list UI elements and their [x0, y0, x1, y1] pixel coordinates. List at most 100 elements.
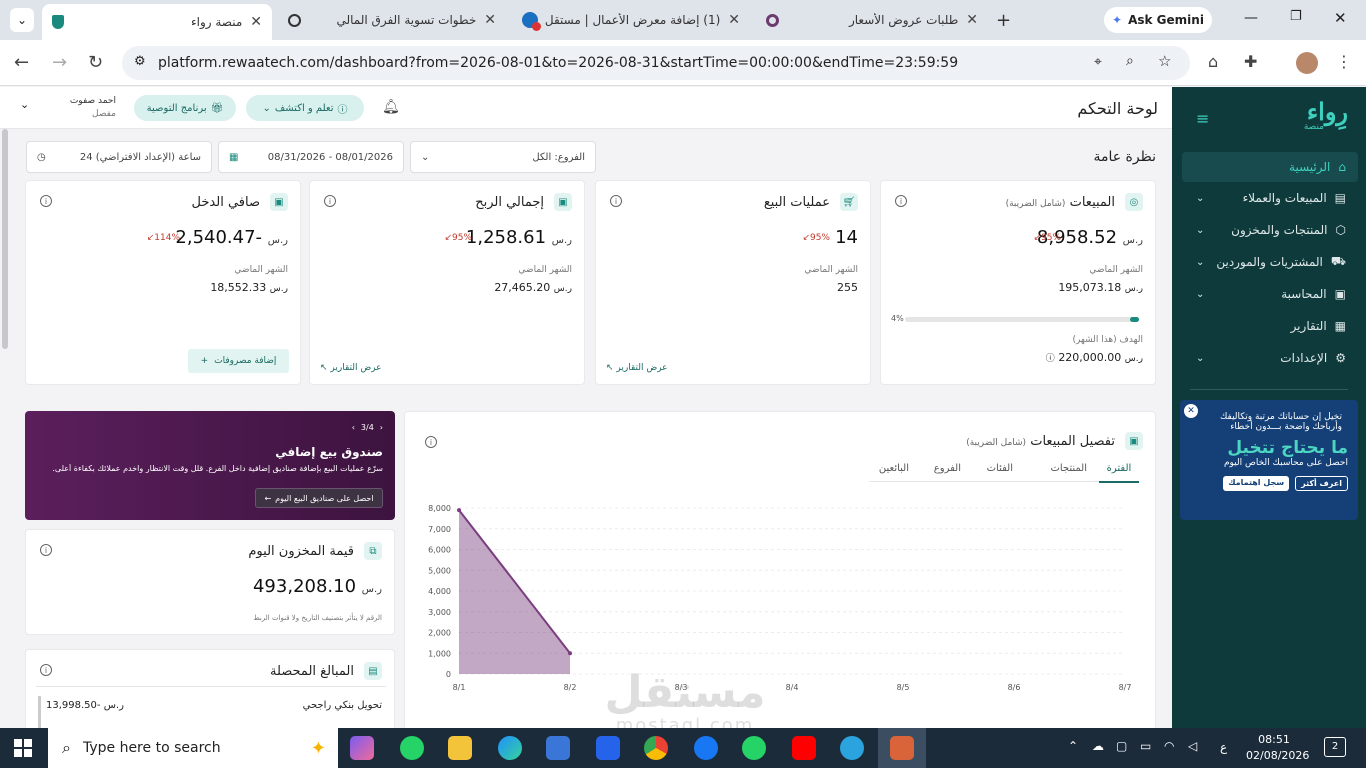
close-icon[interactable]: ✕ [966, 12, 978, 28]
target-progress-pct: 4% [891, 314, 904, 323]
forward-arrow-icon[interactable]: → [52, 52, 67, 73]
scrollbar[interactable] [2, 129, 8, 349]
restore-button[interactable]: ❐ [1290, 9, 1302, 24]
whatsapp-business-icon[interactable] [742, 736, 766, 760]
view-reports-link[interactable]: عرض التقارير ↖ [320, 363, 382, 373]
learn-more-button[interactable]: اعرف أكثر [1295, 476, 1348, 491]
input-language[interactable]: ع [1220, 740, 1227, 754]
telegram-icon[interactable] [840, 736, 864, 760]
cash-icon: ▣ [1125, 432, 1143, 450]
location-icon[interactable]: ⌖ [1094, 54, 1102, 70]
target-progress-track [905, 317, 1139, 322]
tab-mostaql[interactable]: ✕ (1) إضافة معرض الأعمال | مستقل [512, 4, 750, 36]
tray-wifi-icon[interactable]: ◠ [1164, 739, 1174, 753]
copilot-app-icon[interactable] [350, 736, 374, 760]
chevron-left-icon[interactable]: ‹ [352, 423, 355, 432]
register-interest-button[interactable]: سجل اهتمامك [1223, 476, 1290, 491]
view-reports-link[interactable]: عرض التقارير ↖ [606, 363, 668, 373]
sidebar-item-accounting[interactable]: ⌄ المحاسبة ▣ [1182, 279, 1358, 309]
time-range-picker[interactable]: ◷ 24 ساعة (الإعداد الافتراضي) [26, 141, 212, 173]
get-registers-button[interactable]: احصل على صناديق البيع اليوم ← [255, 488, 383, 508]
tab-quotes[interactable]: ✕ طلبات عروض الأسعار [756, 4, 988, 36]
close-icon[interactable]: ✕ [1184, 404, 1198, 418]
url-bar[interactable]: ⚙ platform.rewaatech.com/dashboard?from=… [122, 46, 1190, 80]
notification-center-icon[interactable]: 2 [1324, 737, 1346, 757]
taskbar-search[interactable]: ⌕ Type here to search ✦ [48, 728, 338, 768]
tab-settlement[interactable]: ✕ خطوات تسوية الفرق المالي [278, 4, 506, 36]
sidebar-item-home[interactable]: الرئيسية ⌂ [1182, 152, 1358, 182]
whatsapp-icon[interactable] [400, 736, 424, 760]
info-icon[interactable]: i [610, 195, 622, 207]
info-icon[interactable]: i [40, 664, 52, 676]
tray-meet-icon[interactable]: ▢ [1116, 739, 1127, 753]
sidebar-item-products[interactable]: ⌄ المنتجات والمخزون ⬡ [1182, 215, 1358, 245]
edge-icon[interactable] [498, 736, 522, 760]
close-icon[interactable]: ✕ [484, 12, 496, 28]
copilot-sparkle-icon: ✦ [310, 737, 326, 759]
info-icon[interactable]: i [425, 436, 437, 448]
tab-period[interactable]: الفترة [1099, 463, 1139, 483]
info-icon[interactable]: i [40, 195, 52, 207]
info-icon[interactable]: i [324, 195, 336, 207]
info-icon[interactable]: i [895, 195, 907, 207]
tab-sellers[interactable]: البائعين [879, 463, 909, 474]
minimize-button[interactable]: — [1244, 10, 1258, 26]
reload-icon[interactable]: ↻ [88, 52, 103, 73]
tray-battery-icon[interactable]: ▭ [1140, 739, 1151, 753]
close-icon[interactable]: ✕ [250, 14, 262, 30]
rewaa-favicon [52, 15, 64, 29]
site-info-icon[interactable]: ⚙ [134, 54, 146, 69]
bookmark-star-icon[interactable]: ☆ [1158, 52, 1171, 70]
quotes-favicon [766, 13, 779, 27]
tab-rewaa[interactable]: ✕ منصة رواء [42, 4, 272, 40]
date-range-picker[interactable]: ▦ 08/31/2026 - 08/01/2026 [218, 141, 404, 173]
tab-branches[interactable]: الفروع [934, 463, 961, 474]
chart-y-tick-label: 7,000 [428, 525, 451, 534]
zoom-icon[interactable]: ⌕ [1126, 53, 1134, 69]
branches-dropdown[interactable]: ⌄ الفروع: الكل [410, 141, 596, 173]
clock[interactable]: 08:51 02/08/2026 [1246, 732, 1309, 764]
chevron-down-icon: ⌄ [1196, 256, 1205, 268]
add-expenses-button[interactable]: إضافة مصروفات + [188, 349, 289, 373]
tray-network-icon[interactable]: ☁ [1092, 739, 1104, 753]
new-tab-button[interactable]: + [996, 10, 1011, 31]
sidebar-item-settings[interactable]: ⌄ الإعدادات ⚙ [1182, 343, 1358, 373]
referral-program-button[interactable]: 🎁︎ برنامج التوصية [134, 95, 236, 121]
sidebar-item-sales[interactable]: ⌄ المبيعات والعملاء ▤ [1182, 183, 1358, 213]
gemini-star-icon: ✦ [1112, 13, 1123, 27]
accountant-promo-banner[interactable]: ✕ تخيل إن حساباتك مرتبة وتكاليفك وأرباحك… [1180, 400, 1358, 520]
chrome-icon[interactable] [644, 736, 668, 760]
tray-chevron-icon[interactable]: ⌃ [1068, 739, 1078, 753]
youtube-icon[interactable] [792, 736, 816, 760]
profile-avatar[interactable] [1296, 52, 1318, 74]
info-icon[interactable]: ⓘ [1046, 354, 1055, 364]
extension-icon[interactable]: ⌂ [1208, 52, 1218, 71]
sidebar-item-reports[interactable]: التقارير ▦ [1182, 311, 1358, 341]
tab-list-button[interactable]: ⌄ [10, 8, 34, 32]
info-icon[interactable]: i [40, 544, 52, 556]
windows-start-icon[interactable] [14, 739, 32, 757]
learn-discover-button[interactable]: ⓘ تعلم و اكتشف ⌄ [246, 95, 364, 121]
ask-gemini-button[interactable]: ✦ Ask Gemini [1104, 7, 1212, 33]
user-menu[interactable]: ⌄ احمد صفوت مفصل [18, 96, 118, 122]
sidebar-item-purchases[interactable]: ⌄ المشتريات والموردين ⛟ [1182, 247, 1358, 277]
chevron-right-icon[interactable]: › [380, 423, 383, 432]
more-menu-icon[interactable]: ⋮ [1336, 52, 1352, 71]
back-arrow-icon[interactable]: ← [14, 52, 29, 73]
tab-categories[interactable]: الفئات [987, 463, 1013, 474]
browser-address-bar: ← → ↻ ⚙ platform.rewaatech.com/dashboard… [0, 40, 1366, 86]
facebook-icon[interactable] [694, 736, 718, 760]
close-icon[interactable]: ✕ [728, 12, 740, 28]
pinned-app-icon[interactable] [890, 736, 914, 760]
file-explorer-icon[interactable] [448, 736, 472, 760]
rewaa-logo[interactable]: رِواء منصة [1248, 97, 1348, 141]
hamburger-menu-icon[interactable]: ≡ [1196, 109, 1209, 128]
window-close-button[interactable]: ✕ [1334, 9, 1347, 27]
tray-volume-icon[interactable]: ◁ [1188, 739, 1197, 753]
tab-products[interactable]: المنتجات [1050, 463, 1087, 474]
chevron-down-icon: ⌄ [421, 151, 430, 163]
outlook-icon[interactable] [596, 736, 620, 760]
store-icon[interactable] [546, 736, 570, 760]
notification-bell-icon[interactable]: 🔔︎ [382, 99, 400, 115]
puzzle-icon[interactable]: ✚ [1244, 52, 1257, 71]
